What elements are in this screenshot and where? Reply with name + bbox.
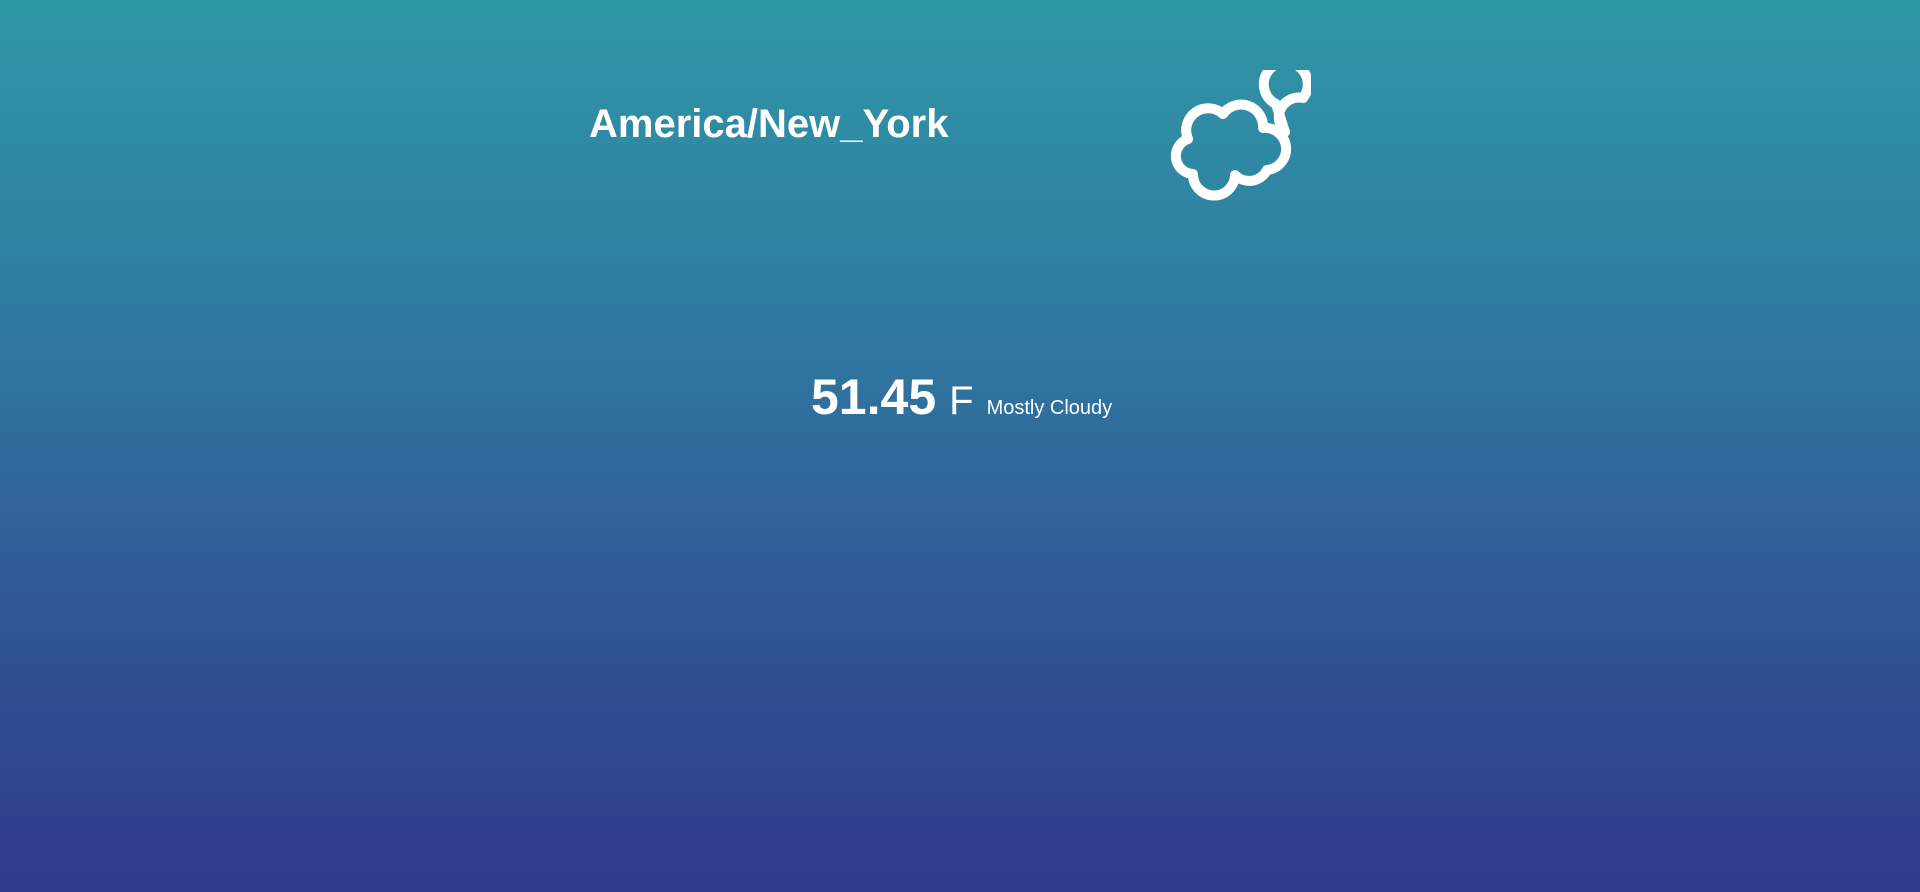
partly-cloudy-night-icon	[1163, 57, 1313, 204]
location-timezone: America/New_York	[589, 102, 949, 146]
weather-summary: Mostly Cloudy	[986, 397, 1113, 419]
temperature-value: 51.45	[811, 369, 937, 425]
temperature-unit: F	[949, 379, 974, 423]
current-conditions: 51.45 F Mostly Cloudy	[811, 372, 1112, 422]
